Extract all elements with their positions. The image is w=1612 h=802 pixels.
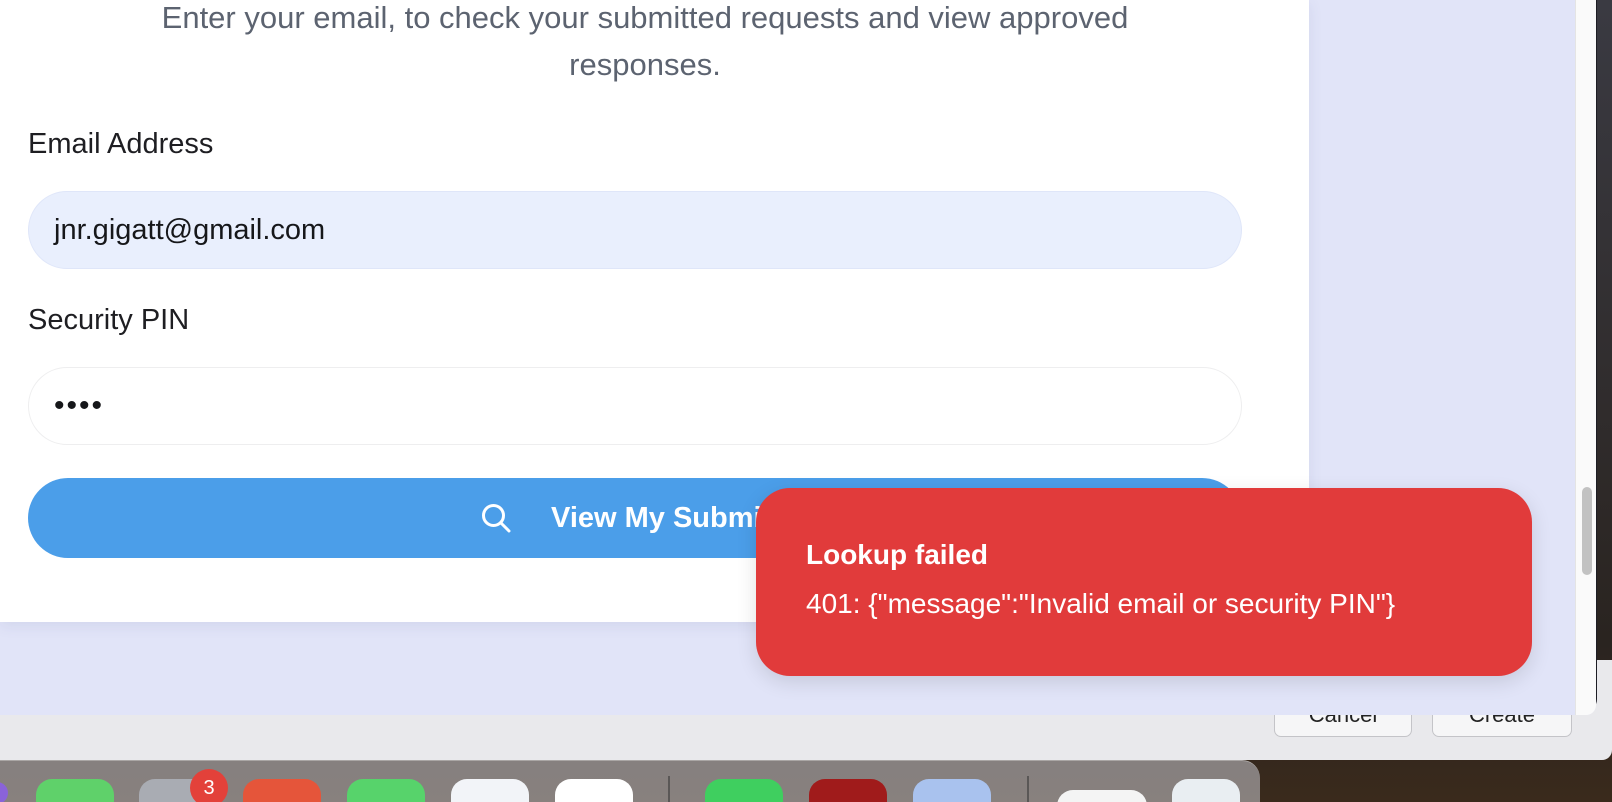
browser-window: Enter your email, to check your submitte… <box>0 0 1597 715</box>
security-pin-field[interactable]: •••• <box>28 367 1242 445</box>
toast-message: 401: {"message":"Invalid email or securi… <box>806 588 1396 619</box>
card-subtitle: Enter your email, to check your submitte… <box>40 0 1250 88</box>
error-toast[interactable]: Lookup failed 401: {"message":"Invalid e… <box>756 488 1532 676</box>
dock-separator <box>668 776 670 802</box>
email-label: Email Address <box>28 128 214 160</box>
preview-icon[interactable] <box>555 779 633 802</box>
trash-icon[interactable] <box>1172 779 1240 802</box>
web-page: Enter your email, to check your submitte… <box>0 0 1596 715</box>
pin-label: Security PIN <box>28 304 190 336</box>
notification-badge: 3 <box>190 769 228 802</box>
card-subtitle-line-2: responses. <box>569 47 721 82</box>
whatsapp-icon[interactable] <box>705 779 783 802</box>
safari-icon[interactable] <box>451 779 529 802</box>
browser-icon[interactable] <box>243 779 321 802</box>
card-subtitle-line-1: Enter your email, to check your submitte… <box>161 0 1129 35</box>
facetime-icon[interactable] <box>347 779 425 802</box>
scrollbar-thumb[interactable] <box>1582 487 1592 575</box>
messages-icon[interactable] <box>36 779 114 802</box>
page-scrollbar[interactable] <box>1575 0 1596 715</box>
finder-folder-icon[interactable] <box>913 779 991 802</box>
document-icon[interactable] <box>1057 790 1147 802</box>
dock-separator <box>1027 776 1029 802</box>
email-field[interactable]: jnr.gigatt@gmail.com <box>28 191 1242 269</box>
acrobat-icon[interactable] <box>809 779 887 802</box>
search-icon <box>482 504 511 533</box>
toast-title: Lookup failed <box>806 539 988 570</box>
